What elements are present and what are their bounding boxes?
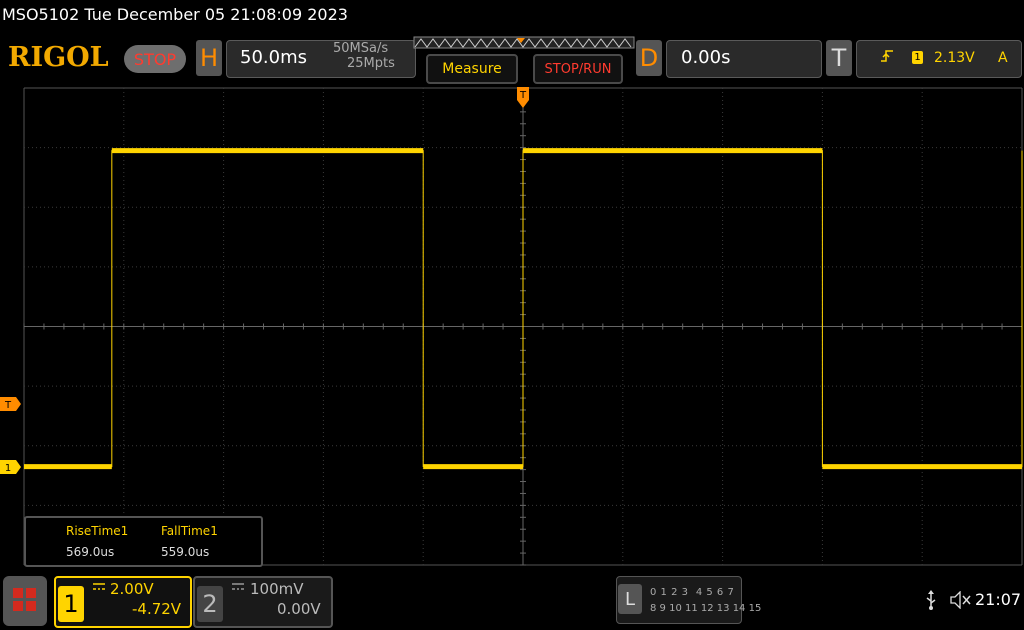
measurement-panel[interactable]: RiseTime1 569.0us FallTime1 559.0us	[24, 516, 263, 567]
ch1-waveform	[24, 150, 1023, 468]
channel2-button[interactable]: 2	[197, 586, 223, 622]
usb-icon	[926, 590, 936, 610]
ch1-offset-label: 1	[5, 463, 11, 474]
trigger-level-label: T	[4, 400, 12, 411]
dc-coupling-icon	[93, 583, 105, 590]
trigger-level-marker[interactable]: T	[0, 397, 22, 411]
menu-grid-icon	[13, 588, 36, 611]
channel2-scale: 100mV	[250, 580, 304, 598]
waveform-display[interactable]	[0, 0, 1024, 570]
measurement-value: 559.0us	[161, 545, 210, 559]
dc-coupling-icon	[232, 583, 244, 590]
channel2-offset: 0.00V	[277, 600, 321, 618]
channel1-scale: 2.00V	[110, 580, 154, 598]
measurement-name: RiseTime1	[66, 524, 129, 538]
channel1-button[interactable]: 1	[58, 586, 84, 622]
ch1-offset-marker[interactable]: 1	[0, 460, 22, 474]
channel1-offset: -4.72V	[132, 600, 182, 618]
logic-channels-row2: 8 9 10 11 12 13 14 15	[650, 603, 762, 614]
trigger-position-label: T	[519, 90, 527, 101]
logic-channels-row1: 0 1 2 3 4 5 6 7	[650, 587, 735, 598]
speaker-muted-icon[interactable]	[950, 591, 972, 609]
measurement-value: 569.0us	[66, 545, 115, 559]
trigger-position-marker[interactable]: T	[516, 86, 530, 110]
logic-analyzer-button[interactable]: L	[618, 584, 642, 614]
measurement-name: FallTime1	[161, 524, 218, 538]
clock: 21:07	[975, 590, 1022, 609]
